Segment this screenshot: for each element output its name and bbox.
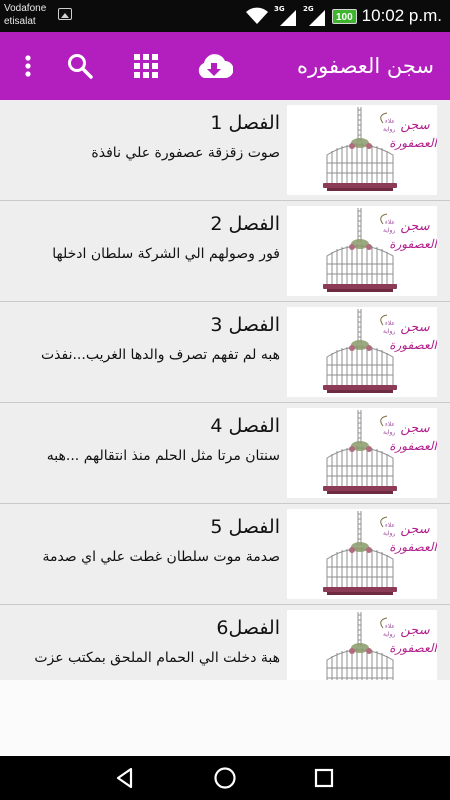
- overflow-menu-icon[interactable]: [8, 46, 48, 86]
- status-icons: 3G 2G 100 10:02 p.m.: [245, 0, 442, 32]
- app-title: سجن العصفوره: [296, 54, 434, 78]
- clock: 10:02 p.m.: [361, 6, 442, 25]
- svg-text:رواية: رواية: [383, 429, 395, 436]
- thumbnail-logo-line-1: سجن: [400, 623, 430, 638]
- thumbnail-logo-line-1: سجن: [400, 421, 430, 436]
- grid-icon[interactable]: [126, 46, 166, 86]
- chapter-row[interactable]: علاء رواية سجن العصفورة الفصل 3 هبه لم ت…: [0, 302, 450, 403]
- chapter-thumbnail: علاء رواية سجن العصفورة: [287, 307, 437, 397]
- svg-text:علاء: علاء: [385, 522, 395, 529]
- chapter-title: الفصل6: [216, 617, 280, 639]
- chapter-thumbnail: علاء رواية سجن العصفورة: [287, 610, 437, 680]
- home-icon[interactable]: [195, 756, 255, 800]
- chapter-subtitle: صدمة موت سلطان غطت علي اي صدمة: [42, 549, 280, 565]
- thumbnail-logo-line-2: العصفورة: [389, 641, 437, 655]
- svg-text:رواية: رواية: [383, 631, 395, 638]
- svg-text:علاء: علاء: [385, 118, 395, 125]
- empty-area: [0, 680, 450, 756]
- thumbnail-logo-line-2: العصفورة: [389, 540, 437, 554]
- chapter-title: الفصل 4: [210, 415, 280, 437]
- chapter-subtitle: صوت زقزقة عصفورة علي نافذة: [91, 145, 280, 161]
- chapter-title: الفصل 3: [210, 314, 280, 336]
- back-icon[interactable]: [95, 756, 155, 800]
- carrier-line-1: Vodafone: [4, 3, 47, 14]
- wifi-icon: [245, 7, 268, 24]
- svg-text:علاء: علاء: [385, 623, 395, 630]
- svg-text:رواية: رواية: [383, 328, 395, 335]
- svg-text:رواية: رواية: [383, 530, 395, 537]
- thumbnail-logo-line-2: العصفورة: [389, 136, 437, 150]
- chapter-subtitle: فور وصولهم الي الشركة سلطان ادخلها: [52, 246, 280, 262]
- thumbnail-logo-line-1: سجن: [400, 118, 430, 133]
- thumbnail-logo-line-2: العصفورة: [389, 237, 437, 251]
- chapter-thumbnail: علاء رواية سجن العصفورة: [287, 206, 437, 296]
- image-notification-icon: [58, 8, 72, 20]
- search-icon[interactable]: [60, 46, 100, 86]
- chapter-list: علاء رواية سجن العصفورة الفصل 1 صوت زقزق…: [0, 100, 450, 680]
- signal-2g-icon: 2G: [303, 5, 327, 27]
- signal-3g-icon: 3G: [274, 5, 298, 27]
- navigation-bar: [0, 756, 450, 800]
- chapter-thumbnail: علاء رواية سجن العصفورة: [287, 408, 437, 498]
- carrier-line-2: etisalat: [4, 16, 36, 27]
- thumbnail-logo-line-2: العصفورة: [389, 338, 437, 352]
- app-bar: سجن العصفوره: [0, 32, 450, 100]
- thumbnail-logo-line-2: العصفورة: [389, 439, 437, 453]
- chapter-row[interactable]: علاء رواية سجن العصفورة الفصل 2 فور وصول…: [0, 201, 450, 302]
- chapter-title: الفصل 1: [210, 112, 280, 134]
- download-icon[interactable]: [194, 46, 234, 86]
- chapter-subtitle: هبة دخلت الي الحمام الملحق بمكتب عزت: [34, 650, 280, 666]
- chapter-subtitle: هبه لم تفهم تصرف والدها الغريب...نفذت: [40, 347, 280, 363]
- svg-text:رواية: رواية: [383, 126, 395, 133]
- chapter-title: الفصل 5: [210, 516, 280, 538]
- chapter-title: الفصل 2: [210, 213, 280, 235]
- thumbnail-logo-line-1: سجن: [400, 219, 430, 234]
- battery-icon: 100: [331, 8, 357, 24]
- chapter-row[interactable]: علاء رواية سجن العصفورة الفصل 1 صوت زقزق…: [0, 100, 450, 201]
- chapter-row[interactable]: علاء رواية سجن العصفورة الفصل 4 سنتان مر…: [0, 403, 450, 504]
- carrier-label: Vodafone etisalat: [4, 2, 46, 28]
- thumbnail-logo-line-1: سجن: [400, 522, 430, 537]
- chapter-thumbnail: علاء رواية سجن العصفورة: [287, 105, 437, 195]
- chapter-subtitle: سنتان مرتا مثل الحلم منذ انتقالهم ...هبه: [46, 448, 280, 464]
- status-bar: Vodafone etisalat 3G 2G 100 10:02 p.m.: [0, 0, 450, 32]
- recents-icon[interactable]: [294, 756, 354, 800]
- chapter-row[interactable]: علاء رواية سجن العصفورة الفصل6 هبة دخلت …: [0, 605, 450, 680]
- svg-text:علاء: علاء: [385, 219, 395, 226]
- chapter-row[interactable]: علاء رواية سجن العصفورة الفصل 5 صدمة موت…: [0, 504, 450, 605]
- chapter-thumbnail: علاء رواية سجن العصفورة: [287, 509, 437, 599]
- svg-text:علاء: علاء: [385, 421, 395, 428]
- svg-text:علاء: علاء: [385, 320, 395, 327]
- thumbnail-logo-line-1: سجن: [400, 320, 430, 335]
- svg-text:رواية: رواية: [383, 227, 395, 234]
